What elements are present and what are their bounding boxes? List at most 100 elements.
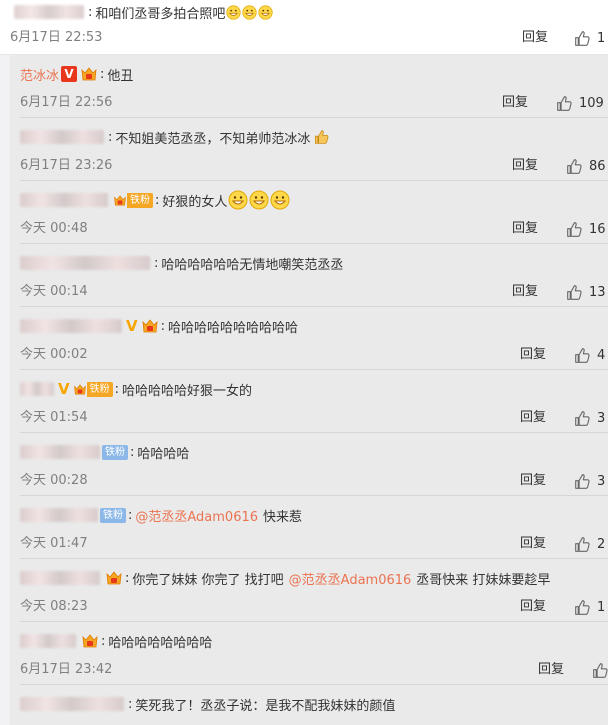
reply-button[interactable]: 回复 xyxy=(522,28,548,48)
reply-text: 哈哈哈哈哈哈无情地嘲笑范丞丞 xyxy=(161,257,344,273)
reply-item: : 哈哈哈哈哈哈无情地嘲笑范丞丞 今天 00:14 回复 13 xyxy=(10,244,608,307)
grin-emoji-icon xyxy=(270,190,290,210)
reply-time: 今天 00:14 xyxy=(20,284,88,299)
member-crown-icon xyxy=(106,571,122,585)
like-button[interactable]: 4 xyxy=(574,345,605,365)
like-button[interactable]: 2 xyxy=(574,534,605,554)
reply-text: 好狠的女人 xyxy=(162,194,228,210)
reply-item: V : 哈哈哈哈哈哈哈哈哈哈 今天 00:02 回复 4 xyxy=(10,307,608,370)
like-button[interactable]: 109 xyxy=(556,93,604,113)
blurred-username xyxy=(20,634,76,648)
reply-time: 今天 00:48 xyxy=(20,221,88,236)
reply-time: 今天 00:28 xyxy=(20,473,88,488)
reply-button[interactable]: 回复 xyxy=(538,660,564,680)
thumbs-up-icon xyxy=(567,221,582,237)
reply-button[interactable]: 回复 xyxy=(520,408,546,428)
like-count: 109 xyxy=(579,95,604,111)
reply-time: 6月17日 23:42 xyxy=(20,662,113,677)
reply-item: : 不知姐美范丞丞，不知弟帅范冰冰 6月17日 23:26 回复 86 xyxy=(10,118,608,181)
reply-text-after: 丞哥快来 打妹妹要趁早 xyxy=(416,572,551,588)
blurred-username xyxy=(20,508,98,522)
reply-item: 铁粉 : @范丞丞Adam0616 快来惹 今天 01:47 回复 2 xyxy=(10,496,608,559)
reply-button[interactable]: 回复 xyxy=(520,345,546,365)
reply-text: 笑死我了！丞丞子说：是我不配我妹妹的颜值 xyxy=(135,698,396,714)
fan-badge: 铁粉 xyxy=(73,381,113,397)
like-count: 1 xyxy=(597,599,606,615)
like-button[interactable]: 86 xyxy=(566,156,606,176)
blurred-username xyxy=(20,382,54,396)
reply-text: 不知姐美范丞丞，不知弟帅范冰冰 xyxy=(115,131,311,147)
fan-badge: 铁粉 xyxy=(113,192,153,208)
blurred-username xyxy=(20,256,150,270)
blurred-username xyxy=(20,193,108,207)
reply-time: 6月17日 23:26 xyxy=(20,158,113,173)
thumbs-up-icon xyxy=(593,662,608,678)
member-crown-icon xyxy=(142,319,158,333)
reply-time: 6月17日 22:56 xyxy=(20,95,113,110)
reply-button[interactable]: 回复 xyxy=(512,156,538,176)
blurred-username xyxy=(20,130,104,144)
like-count: 1 xyxy=(597,30,606,46)
grin-emoji-icon xyxy=(226,4,242,20)
member-crown-icon xyxy=(73,383,86,394)
reply-item: 铁粉 : 好狠的女人 今天 00:48 回复 16 xyxy=(10,181,608,244)
mention-link[interactable]: @范丞丞Adam0616 xyxy=(289,569,412,588)
mention-link[interactable]: @范丞丞Adam0616 xyxy=(135,506,258,525)
like-button[interactable]: 16 xyxy=(566,219,606,239)
like-count: 3 xyxy=(597,473,606,489)
thumbs-up-icon xyxy=(575,30,590,46)
comment-time: 6月17日 22:53 xyxy=(10,30,103,45)
reply-item: 范冰冰 V : 他丑 6月17日 22:56 回复 109 xyxy=(10,55,608,118)
like-count: 13 xyxy=(589,284,606,300)
reply-text: 哈哈哈哈 xyxy=(137,446,190,462)
fan-badge-label: 铁粉 xyxy=(102,444,128,460)
fan-badge-label: 铁粉 xyxy=(86,381,113,397)
reply-item: : 你完了妹妹 你完了 找打吧 @范丞丞Adam0616 丞哥快来 打妹妹要趁早… xyxy=(10,559,608,622)
like-count: 4 xyxy=(597,347,606,363)
reply-item: : 笑死我了！丞丞子说：是我不配我妹妹的颜值 xyxy=(10,685,608,725)
reply-item: : 哈哈哈哈哈哈哈哈 6月17日 23:42 回复 xyxy=(10,622,608,685)
reply-username[interactable]: 范冰冰 xyxy=(20,65,59,84)
thumbs-up-icon xyxy=(575,599,590,615)
blurred-username xyxy=(20,571,100,585)
emoji-group xyxy=(225,4,274,20)
grin-emoji-icon xyxy=(228,190,248,210)
verified-v-badge-icon: V xyxy=(61,66,78,82)
like-button[interactable]: 1 xyxy=(574,597,605,617)
blurred-username xyxy=(14,5,84,19)
blurred-username xyxy=(20,697,124,711)
like-button[interactable]: 3 xyxy=(574,408,605,428)
reply-button[interactable]: 回复 xyxy=(520,471,546,491)
like-button[interactable]: 1 xyxy=(574,28,605,48)
reply-text: 哈哈哈哈哈好狠一女的 xyxy=(122,383,253,399)
fan-badge-label: 铁粉 xyxy=(100,507,126,523)
reply-item: 铁粉 : 哈哈哈哈 今天 00:28 回复 3 xyxy=(10,433,608,496)
fan-badge-label: 铁粉 xyxy=(127,192,153,208)
reply-list: 范冰冰 V : 他丑 6月17日 22:56 回复 109 : 不知姐美范丞丞，… xyxy=(10,55,608,725)
reply-time: 今天 00:02 xyxy=(20,347,88,362)
thumbs-up-icon xyxy=(575,536,590,552)
grin-emoji-icon xyxy=(242,4,258,20)
reply-text: 哈哈哈哈哈哈哈哈 xyxy=(108,635,213,651)
reply-button[interactable]: 回复 xyxy=(520,534,546,554)
reply-time: 今天 01:47 xyxy=(20,536,88,551)
comment-text: 和咱们丞哥多拍合照吧 xyxy=(95,6,226,22)
reply-button[interactable]: 回复 xyxy=(502,93,528,113)
reply-text: 哈哈哈哈哈哈哈哈哈哈 xyxy=(168,320,299,336)
like-count: 86 xyxy=(589,158,606,174)
blurred-username xyxy=(20,319,122,333)
like-button[interactable] xyxy=(592,660,608,680)
blurred-username xyxy=(20,445,100,459)
grin-emoji-icon xyxy=(258,4,274,20)
thumbs-up-icon xyxy=(567,284,582,300)
grin-emoji-icon xyxy=(249,190,269,210)
like-button[interactable]: 13 xyxy=(566,282,606,302)
reply-button[interactable]: 回复 xyxy=(520,597,546,617)
reply-button[interactable]: 回复 xyxy=(512,219,538,239)
reply-text: 你完了妹妹 你完了 找打吧 xyxy=(132,572,284,588)
thumbs-up-icon xyxy=(575,410,590,426)
thumbs-up-icon xyxy=(567,158,582,174)
reply-button[interactable]: 回复 xyxy=(512,282,538,302)
like-button[interactable]: 3 xyxy=(574,471,605,491)
member-crown-icon xyxy=(81,67,97,81)
